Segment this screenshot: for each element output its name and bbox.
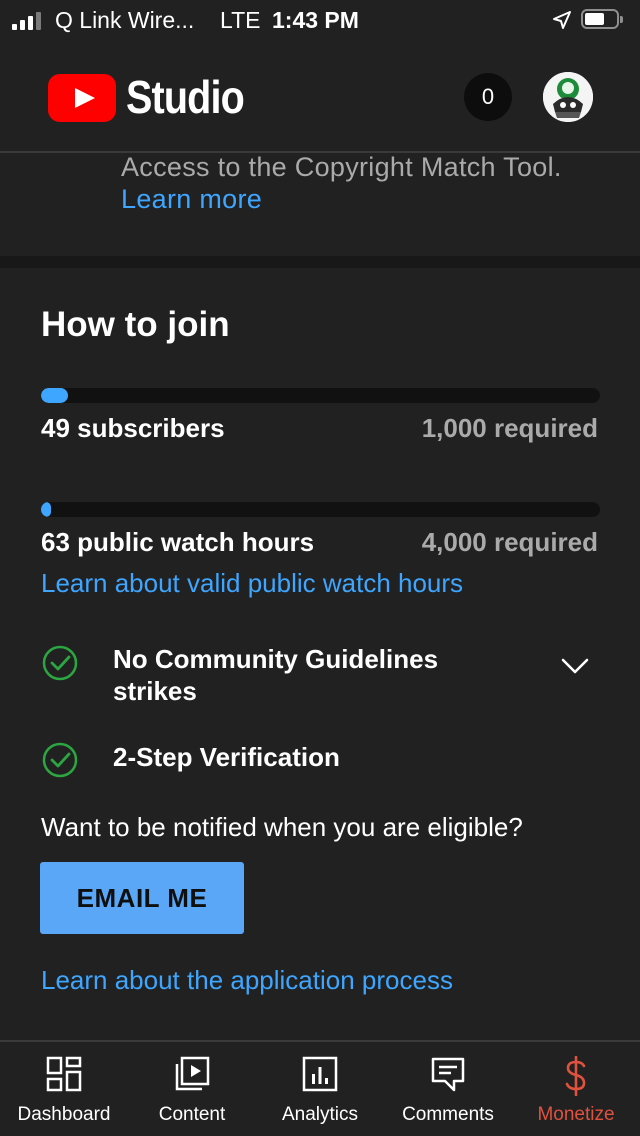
email-me-button[interactable]: EMAIL ME [40, 862, 244, 934]
avatar[interactable] [543, 72, 593, 122]
avatar-image-icon [543, 72, 593, 122]
bottom-navigation: Dashboard Content Analytics Comments Mon… [0, 1040, 640, 1136]
section-title: How to join [41, 305, 230, 344]
youtube-logo-icon [48, 74, 116, 122]
status-bar: Q Link Wire... LTE 1:43 PM [0, 0, 640, 40]
application-process-link[interactable]: Learn about the application process [41, 965, 453, 996]
nav-label: Comments [402, 1104, 494, 1125]
nav-analytics[interactable]: Analytics [256, 1042, 384, 1136]
watch-hours-learn-link[interactable]: Learn about valid public watch hours [41, 568, 463, 599]
chevron-down-icon[interactable] [560, 656, 590, 676]
dollar-icon [565, 1056, 586, 1096]
watch-hours-required: 4,000 required [421, 527, 598, 557]
check-circle-icon [42, 742, 78, 778]
section-separator [0, 256, 640, 268]
nav-content[interactable]: Content [128, 1042, 256, 1136]
watch-hours-progress-bar [41, 502, 600, 517]
subscribers-count: 49 subscribers [41, 413, 225, 443]
battery-icon [581, 9, 625, 31]
nav-label: Analytics [281, 1104, 359, 1125]
copyright-match-description: Access to the Copyright Match Tool. Lear… [121, 151, 591, 215]
nav-label: Monetize [537, 1104, 615, 1125]
app-header: Studio 0 [0, 40, 640, 152]
carrier-name: Q Link Wire... [55, 7, 195, 33]
check-circle-icon [42, 645, 78, 681]
watch-hours-progress-fill [41, 502, 51, 517]
network-type: LTE [220, 7, 261, 33]
dashboard-icon [46, 1056, 82, 1092]
content-icon [175, 1056, 210, 1091]
nav-monetize[interactable]: Monetize [512, 1042, 640, 1136]
subscribers-required: 1,000 required [421, 413, 598, 443]
notify-prompt: Want to be notified when you are eligibl… [41, 812, 523, 842]
two-step-verification-check: 2-Step Verification [113, 742, 340, 772]
nav-label: Dashboard [17, 1104, 111, 1125]
comments-icon [431, 1057, 465, 1092]
copyright-text: Access to the Copyright Match Tool. [121, 152, 562, 182]
analytics-icon [302, 1056, 338, 1092]
location-arrow-icon [553, 11, 571, 29]
community-guidelines-check: No Community Guidelines strikes [113, 644, 439, 706]
notification-button[interactable]: 0 [464, 73, 512, 121]
nav-label: Content [158, 1104, 226, 1125]
app-name: Studio [126, 71, 245, 123]
nav-dashboard[interactable]: Dashboard [0, 1042, 128, 1136]
signal-strength-icon [12, 12, 48, 30]
subscribers-progress-fill [41, 388, 69, 403]
watch-hours-count: 63 public watch hours [41, 527, 315, 557]
nav-comments[interactable]: Comments [384, 1042, 512, 1136]
subscribers-progress-bar [41, 388, 600, 403]
status-time: 1:43 PM [272, 7, 359, 33]
learn-more-link[interactable]: Learn more [121, 184, 262, 214]
